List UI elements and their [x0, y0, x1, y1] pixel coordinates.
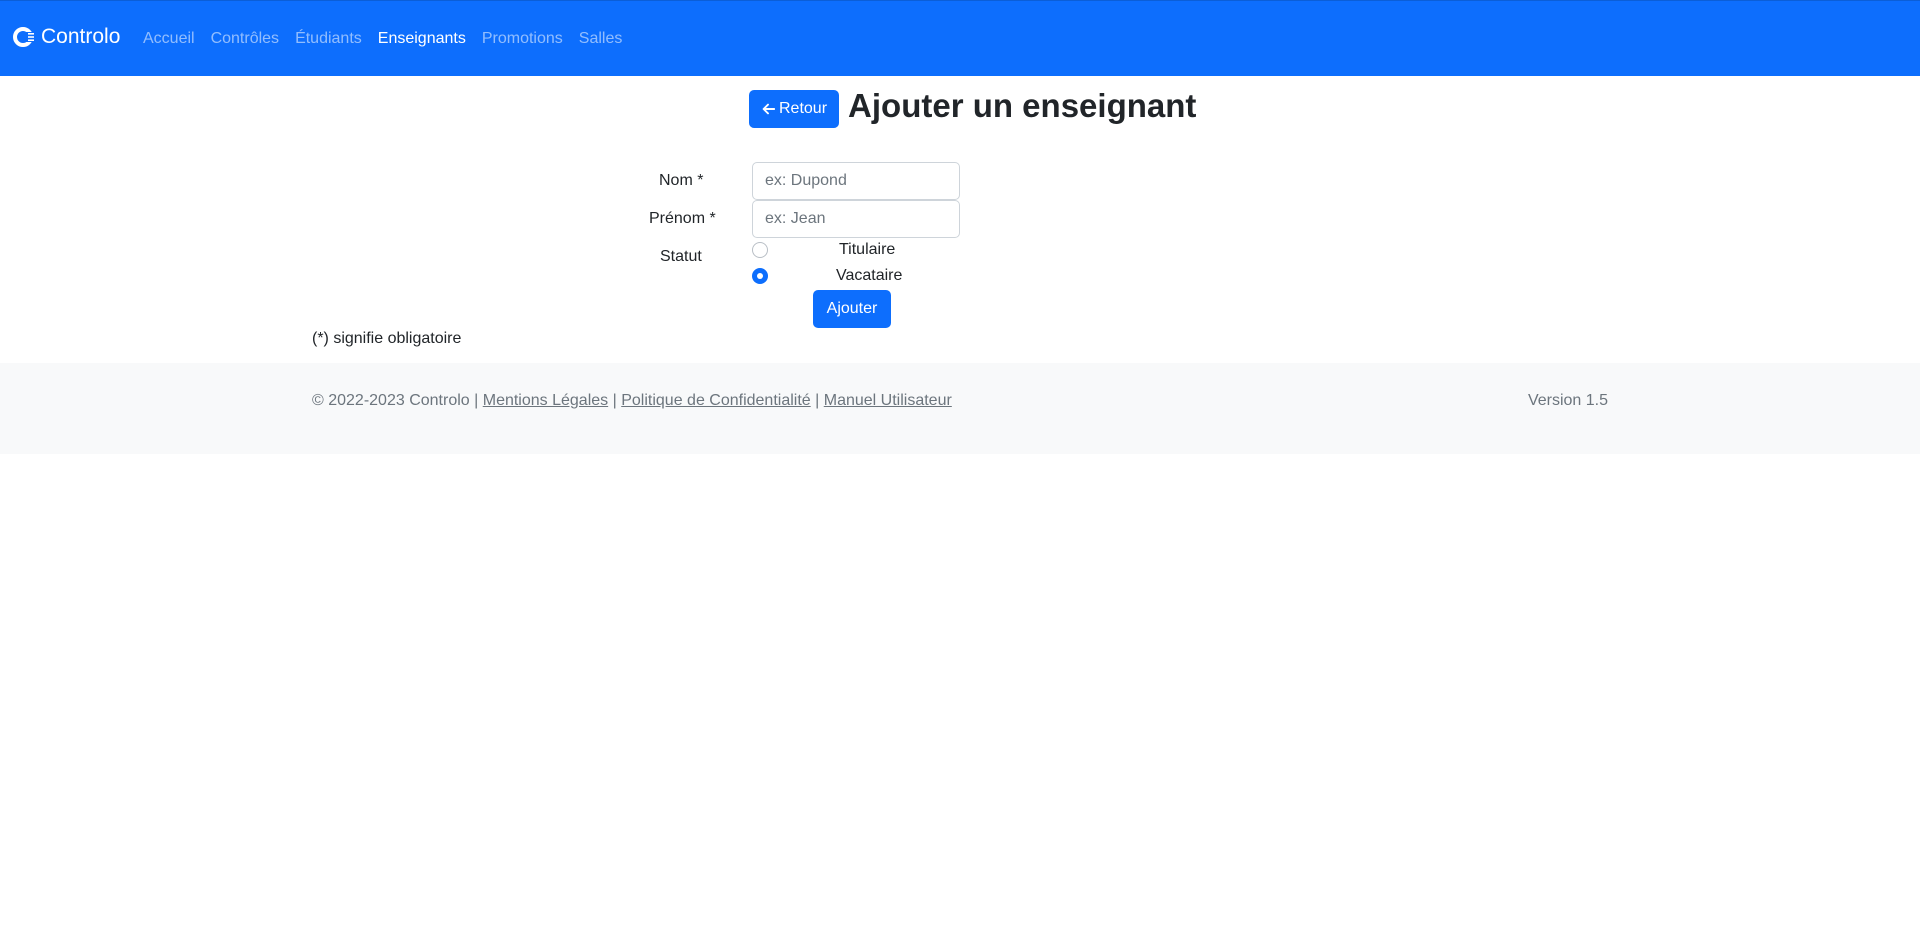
nom-label: Nom *: [659, 172, 704, 189]
nav-link-etudiants[interactable]: Étudiants: [295, 30, 362, 48]
controlo-logo-icon: [13, 27, 37, 47]
ajouter-button[interactable]: Ajouter: [813, 290, 891, 328]
page-header: Retour Ajouter un enseignant: [749, 87, 1197, 128]
footer-link-mentions-legales[interactable]: Mentions Légales: [483, 392, 608, 409]
radio-vacataire[interactable]: [752, 268, 768, 284]
footer-link-manuel-utilisateur[interactable]: Manuel Utilisateur: [824, 392, 952, 409]
back-button[interactable]: Retour: [749, 90, 840, 128]
required-note: (*) signifie obligatoire: [312, 330, 462, 347]
footer-version: Version 1.5: [1527, 392, 1608, 409]
statut-label: Statut: [660, 248, 702, 265]
footer-separator: |: [612, 392, 617, 409]
brand-name: Controlo: [41, 25, 121, 48]
nav-link-accueil[interactable]: Accueil: [143, 30, 195, 48]
nom-input[interactable]: [752, 162, 960, 200]
prenom-label: Prénom *: [649, 210, 716, 227]
top-navbar: Controlo Accueil Contrôles Étudiants Ens…: [0, 0, 1920, 76]
nav-link-salles[interactable]: Salles: [579, 30, 623, 48]
footer-link-politique-confidentialite[interactable]: Politique de Confidentialité: [621, 392, 810, 409]
footer-left: © 2022-2023 Controlo | Mentions Légales …: [312, 392, 952, 410]
nav-link-controles[interactable]: Contrôles: [211, 30, 279, 48]
footer-copyright: © 2022-2023 Controlo |: [312, 392, 479, 409]
arrow-left-icon: [762, 103, 775, 115]
radio-titulaire-label[interactable]: Titulaire: [839, 241, 895, 259]
back-button-label: Retour: [779, 100, 828, 117]
radio-titulaire[interactable]: [752, 242, 768, 258]
page-title: Ajouter un enseignant: [848, 87, 1197, 124]
footer-separator: |: [815, 392, 820, 409]
nav-link-promotions[interactable]: Promotions: [482, 30, 563, 48]
nav-links: Accueil Contrôles Étudiants Enseignants …: [143, 30, 638, 48]
radio-vacataire-label[interactable]: Vacataire: [836, 267, 902, 285]
prenom-input[interactable]: [752, 200, 960, 238]
footer: © 2022-2023 Controlo | Mentions Légales …: [0, 363, 1920, 454]
nav-link-enseignants[interactable]: Enseignants: [378, 30, 466, 48]
brand-link[interactable]: Controlo: [13, 25, 120, 49]
